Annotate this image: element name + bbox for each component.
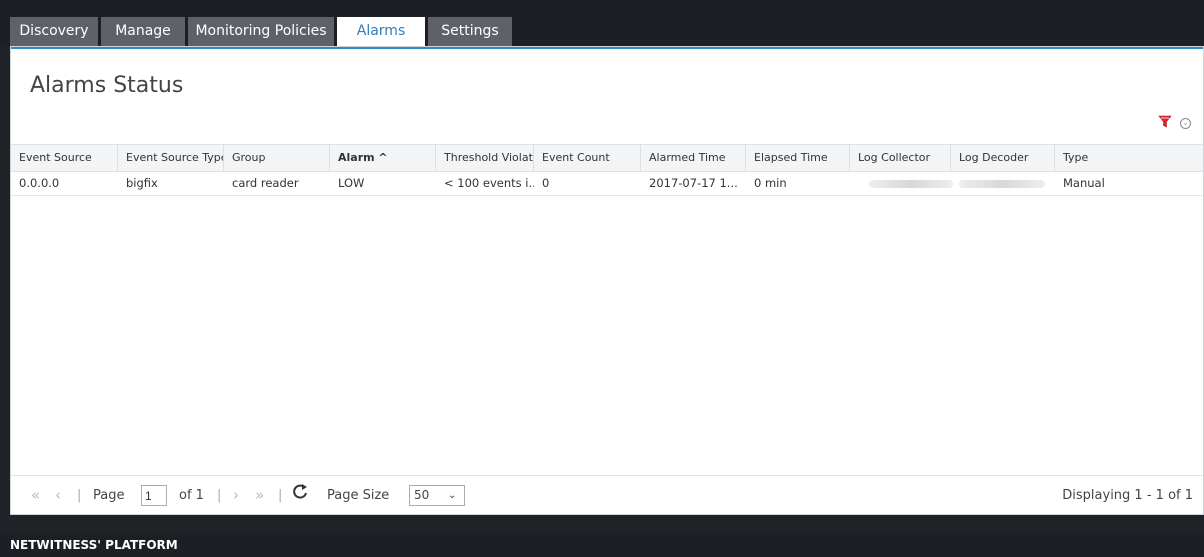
page-number-input[interactable] [141, 485, 167, 506]
first-page-icon[interactable]: « [31, 486, 40, 504]
column-header-threshold-violated[interactable]: Threshold Violated [436, 145, 534, 171]
pagination-bar: « ‹ | Page of 1 | › » | Page Size 50 ⌄ D… [11, 475, 1203, 516]
column-header-alarmed-time[interactable]: Alarmed Time [641, 145, 746, 171]
brand-logo-text: NETWITNESS' PLATFORM [10, 538, 178, 552]
cell-log-decoder-redacted [959, 180, 1045, 188]
page-size-label: Page Size [327, 488, 390, 503]
cell-threshold-violated: < 100 events i... [444, 176, 534, 190]
page-title: Alarms Status [30, 73, 184, 98]
last-page-icon[interactable]: » [255, 486, 264, 504]
table-header: Event Source Event Source Type Group Ala… [11, 144, 1203, 172]
chevron-down-icon: ⌄ [448, 490, 457, 501]
column-header-event-source[interactable]: Event Source [11, 145, 118, 171]
cell-event-source-type: bigfix [126, 176, 158, 190]
refresh-icon[interactable] [291, 483, 309, 505]
cell-event-source: 0.0.0.0 [19, 176, 60, 190]
page-size-select[interactable]: 50 ⌄ [409, 485, 465, 506]
table-row[interactable]: 0.0.0.0 bigfix card reader LOW < 100 eve… [11, 171, 1203, 196]
alarms-panel: Alarms Status ⌄ Event Source Event Sourc… [10, 46, 1204, 515]
tab-monitoring-policies[interactable]: Monitoring Policies [188, 17, 334, 46]
column-header-elapsed-time[interactable]: Elapsed Time [746, 145, 850, 171]
previous-page-icon[interactable]: ‹ [55, 486, 61, 504]
next-page-icon[interactable]: › [233, 486, 239, 504]
page-label: Page [93, 488, 125, 503]
tab-manage[interactable]: Manage [101, 17, 185, 46]
chevron-down-icon[interactable]: ⌄ [1180, 117, 1191, 129]
column-header-type[interactable]: Type [1055, 145, 1204, 171]
cell-log-collector-redacted [869, 180, 953, 188]
column-header-group[interactable]: Group [224, 145, 330, 171]
cell-alarm: LOW [338, 176, 365, 190]
pager-separator: | [278, 488, 283, 503]
cell-type: Manual [1063, 176, 1105, 190]
displaying-count: Displaying 1 - 1 of 1 [1062, 488, 1193, 503]
page-size-value: 50 [414, 488, 430, 502]
cell-alarmed-time: 2017-07-17 1... [649, 176, 738, 190]
tab-alarms[interactable]: Alarms [337, 17, 425, 48]
page-count-label: of 1 [179, 488, 204, 503]
grid-toolbar: ⌄ [1158, 115, 1191, 131]
pager-separator: | [77, 488, 82, 503]
cell-group: card reader [232, 176, 299, 190]
column-header-alarm[interactable]: Alarm ^ [330, 145, 436, 171]
app-footer: NETWITNESS' PLATFORM [0, 533, 1204, 557]
tab-settings[interactable]: Settings [428, 17, 512, 46]
cell-elapsed-time: 0 min [754, 176, 787, 190]
cell-event-count: 0 [542, 176, 550, 190]
tab-discovery[interactable]: Discovery [10, 17, 98, 46]
top-tab-bar: Discovery Manage Monitoring Policies Ala… [0, 0, 1204, 48]
filter-icon[interactable] [1158, 115, 1172, 131]
column-header-log-decoder[interactable]: Log Decoder [951, 145, 1055, 171]
panel-accent-strip [11, 47, 1203, 49]
column-header-event-count[interactable]: Event Count [534, 145, 641, 171]
pager-separator: | [217, 488, 222, 503]
column-header-event-source-type[interactable]: Event Source Type [118, 145, 224, 171]
column-header-log-collector[interactable]: Log Collector [850, 145, 951, 171]
